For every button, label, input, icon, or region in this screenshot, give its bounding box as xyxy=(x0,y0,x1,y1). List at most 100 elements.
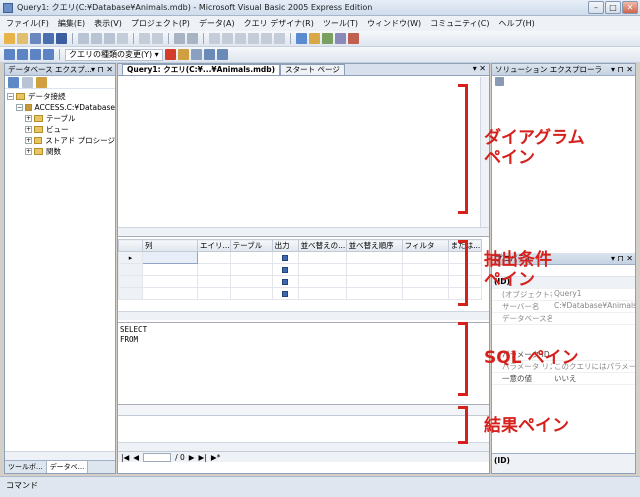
grid-cell[interactable] xyxy=(297,251,347,264)
pin-icon[interactable]: ▾ ⊓ ✕ xyxy=(611,253,633,264)
tree-node-stored-procedures[interactable]: + ストアド プロシージ xyxy=(7,135,115,146)
refresh-icon[interactable] xyxy=(8,76,19,88)
menu-query-designer[interactable]: クエリ デザイナ(R) xyxy=(244,18,314,29)
menu-project[interactable]: プロジェクト(P) xyxy=(131,18,190,29)
minimize-button[interactable]: – xyxy=(588,1,604,14)
table-row[interactable] xyxy=(118,263,482,276)
menu-view[interactable]: 表示(V) xyxy=(94,18,122,29)
verify-sql-icon[interactable] xyxy=(177,49,189,60)
show-results-pane-icon[interactable] xyxy=(43,49,54,60)
save-all-icon[interactable] xyxy=(56,33,67,44)
grid-cell[interactable] xyxy=(229,275,273,288)
connect-database-icon[interactable] xyxy=(36,76,47,88)
grid-cell[interactable] xyxy=(142,251,198,264)
grid-cell[interactable] xyxy=(345,275,403,288)
tab-database-explorer[interactable]: データベ... xyxy=(46,461,89,473)
grid-cell[interactable] xyxy=(401,251,449,264)
criteria-grid[interactable]: 列 エイリ... テーブル 出力 並べ替えの... 並べ替え順序 フィルタ また… xyxy=(118,239,482,300)
tab-start-page[interactable]: スタート ページ xyxy=(280,64,345,75)
output-checkbox[interactable] xyxy=(282,266,289,273)
tree-node-connection[interactable]: − ACCESS.C:¥Database xyxy=(7,102,115,113)
tree-node-tables[interactable]: + テーブル xyxy=(7,113,115,124)
col-header-alias[interactable]: エイリ... xyxy=(197,239,231,252)
add-derived-table-icon[interactable] xyxy=(216,49,228,60)
open-icon[interactable] xyxy=(17,33,28,44)
output-checkbox[interactable] xyxy=(282,278,289,285)
menu-window[interactable]: ウィンドウ(W) xyxy=(367,18,421,29)
new-record-icon[interactable]: ▶* xyxy=(211,453,221,462)
tab-toolbox[interactable]: ツールボ... xyxy=(5,461,47,473)
step-out-icon[interactable] xyxy=(274,33,285,44)
stop-icon[interactable] xyxy=(235,33,246,44)
close-button[interactable]: ✕ xyxy=(622,1,638,14)
properties-icon[interactable] xyxy=(309,33,320,44)
col-header-sort-type[interactable]: 並べ替えの... xyxy=(297,239,347,252)
tree-node-views[interactable]: + ビュー xyxy=(7,124,115,135)
show-diagram-pane-icon[interactable] xyxy=(4,49,15,60)
horizontal-scrollbar[interactable] xyxy=(118,442,489,451)
document-controls[interactable]: ▾ ✕ xyxy=(473,64,486,73)
step-over-icon[interactable] xyxy=(261,33,272,44)
expand-icon[interactable]: + xyxy=(25,137,32,144)
start-icon[interactable] xyxy=(209,33,220,44)
undo-icon[interactable] xyxy=(174,33,185,44)
property-row[interactable]: サーバー名 C:¥Database¥Animals xyxy=(492,301,635,313)
delete-icon[interactable] xyxy=(117,33,128,44)
property-value[interactable]: C:¥Database¥Animals xyxy=(552,301,635,312)
uncomment-icon[interactable] xyxy=(152,33,163,44)
results-pane[interactable]: |◀ ◀ / 0 ▶ ▶| ▶* xyxy=(118,404,489,462)
property-value[interactable]: いいえ xyxy=(552,373,635,384)
show-sql-pane-icon[interactable] xyxy=(30,49,41,60)
first-record-icon[interactable]: |◀ xyxy=(121,453,129,462)
menu-data[interactable]: データ(A) xyxy=(199,18,235,29)
horizontal-scrollbar[interactable] xyxy=(5,451,115,460)
copy-icon[interactable] xyxy=(91,33,102,44)
col-header-sort-order[interactable]: 並べ替え順序 xyxy=(345,239,403,252)
diagram-pane[interactable] xyxy=(118,77,489,237)
grid-cell[interactable] xyxy=(401,263,449,276)
save-icon[interactable] xyxy=(43,33,54,44)
menu-community[interactable]: コミュニティ(C) xyxy=(430,18,489,29)
property-row[interactable]: 一意の値 いいえ xyxy=(492,373,635,385)
grid-cell[interactable] xyxy=(197,287,231,300)
db-explorer-icon[interactable] xyxy=(348,33,359,44)
grid-cell[interactable] xyxy=(297,263,347,276)
menu-file[interactable]: ファイル(F) xyxy=(6,18,49,29)
grid-cell[interactable] xyxy=(297,287,347,300)
col-header-output[interactable]: 出力 xyxy=(271,239,299,252)
grid-cell[interactable] xyxy=(142,275,198,288)
expand-icon[interactable]: + xyxy=(25,126,32,133)
paste-icon[interactable] xyxy=(104,33,115,44)
grid-cell[interactable] xyxy=(229,287,273,300)
criteria-pane[interactable]: 列 エイリ... テーブル 出力 並べ替えの... 並べ替え順序 フィルタ また… xyxy=(118,239,489,320)
property-row[interactable]: (オブジェクト名)Query1 xyxy=(492,289,635,301)
menu-tools[interactable]: ツール(T) xyxy=(323,18,358,29)
pin-icon[interactable]: ▾ ⊓ ✕ xyxy=(611,64,633,75)
col-header-column[interactable]: 列 xyxy=(142,239,198,252)
change-query-type-dropdown[interactable]: クエリの種類の変更(Y) ▾ xyxy=(65,48,163,61)
col-header-table[interactable]: テーブル xyxy=(229,239,273,252)
sql-line-from[interactable]: FROM xyxy=(120,335,489,345)
group-by-icon[interactable] xyxy=(190,49,202,60)
grid-cell[interactable] xyxy=(271,275,299,288)
comment-icon[interactable] xyxy=(139,33,150,44)
tab-query1[interactable]: Query1: クエリ(C:¥...¥Animals.mdb) xyxy=(122,64,281,75)
step-into-icon[interactable] xyxy=(248,33,259,44)
solution-explorer-icon[interactable] xyxy=(296,33,307,44)
grid-cell[interactable] xyxy=(271,263,299,276)
horizontal-scrollbar[interactable] xyxy=(118,311,489,320)
property-value[interactable] xyxy=(552,313,635,324)
stop-refresh-icon[interactable] xyxy=(22,76,33,88)
prev-record-icon[interactable]: ◀ xyxy=(133,453,139,462)
tree-node-functions[interactable]: + 関数 xyxy=(7,146,115,157)
sql-pane[interactable]: SELECT FROM xyxy=(118,322,489,402)
cut-icon[interactable] xyxy=(78,33,89,44)
grid-cell[interactable] xyxy=(297,275,347,288)
menu-help[interactable]: ヘルプ(H) xyxy=(499,18,535,29)
object-browser-icon[interactable] xyxy=(322,33,333,44)
output-checkbox[interactable] xyxy=(282,254,289,261)
expand-icon[interactable]: + xyxy=(25,148,32,155)
grid-cell[interactable] xyxy=(401,287,449,300)
grid-cell[interactable] xyxy=(229,251,273,264)
grid-cell[interactable] xyxy=(345,251,403,264)
